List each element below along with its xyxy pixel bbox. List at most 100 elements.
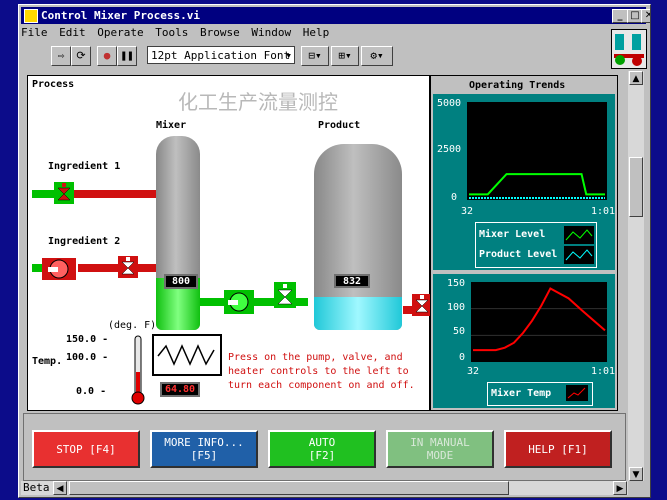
labview-window: Control Mixer Process.vi _ □ ✕ File Edit… xyxy=(18,4,651,498)
ingredient2-label: Ingredient 2 xyxy=(48,236,121,247)
reorder-icon[interactable]: ⚙▾ xyxy=(361,46,393,66)
level-xtick-start: 32 xyxy=(461,206,474,217)
chevron-down-icon: ▾ xyxy=(285,49,292,62)
level-chart-svg xyxy=(469,173,605,199)
pause-icon[interactable]: ❚❚ xyxy=(117,46,137,66)
instructions-line2: heater controls to the left to xyxy=(228,366,409,377)
title-bar[interactable]: Control Mixer Process.vi _ □ xyxy=(21,7,646,24)
auto-button-label: AUTO [F2] xyxy=(308,436,336,462)
ingredient2-pipe xyxy=(78,264,118,272)
mixer-label: Mixer xyxy=(156,120,187,131)
level-chart-plot xyxy=(467,102,607,200)
stop-button[interactable]: STOP [F4] xyxy=(32,430,140,468)
thermometer-icon xyxy=(131,335,145,405)
legend-product-level-swatch xyxy=(564,246,594,264)
legend-mixer-level: Mixer Level xyxy=(479,229,546,240)
more-info-button[interactable]: MORE INFO... [F5] xyxy=(150,430,258,468)
temp-label: Temp. xyxy=(32,356,63,367)
menu-file[interactable]: File xyxy=(21,26,48,39)
scroll-down-icon[interactable]: ▼ xyxy=(629,467,643,481)
level-legend: Mixer Level Product Level xyxy=(475,222,597,268)
help-button[interactable]: HELP [F1] xyxy=(504,430,612,468)
close-button[interactable]: ✕ xyxy=(641,9,650,23)
control-button-row: STOP [F4] MORE INFO... [F5] AUTO [F2] IN… xyxy=(23,413,626,481)
align-icon[interactable]: ⊟▾ xyxy=(301,46,329,66)
temp-ytick-50: 50 xyxy=(453,326,466,337)
legend-mixer-temp: Mixer Temp xyxy=(491,388,552,399)
horizontal-scroll-thumb[interactable] xyxy=(69,481,509,495)
menu-browse[interactable]: Browse xyxy=(200,26,240,39)
ingredient1-inlet-pipe xyxy=(32,190,54,198)
temp-chart-svg xyxy=(471,287,607,352)
temp-ytick-100: 100 xyxy=(447,302,466,313)
vertical-scrollbar[interactable]: ▲ ▼ xyxy=(628,71,644,481)
ingredient1-valve-icon[interactable] xyxy=(54,182,74,204)
level-ytick-5000: 5000 xyxy=(437,98,462,109)
watermark-text: 化工生产流量测控 xyxy=(178,90,338,114)
level-ytick-2500: 2500 xyxy=(437,144,462,155)
temp-xtick-start: 32 xyxy=(467,366,480,377)
trends-title: Operating Trends xyxy=(469,80,566,91)
product-valve-icon[interactable] xyxy=(412,294,432,316)
mixer-level-display: 800 xyxy=(164,274,198,289)
operating-trends-panel: Operating Trends 5000 2500 0 32 1:01 Mix… xyxy=(430,75,618,411)
manual-mode-button[interactable]: IN MANUAL MODE xyxy=(386,430,494,468)
ingredient2-valve-icon[interactable] xyxy=(118,256,138,278)
temp-chart-plot xyxy=(471,282,607,362)
menu-help[interactable]: Help xyxy=(303,26,330,39)
product-label: Product xyxy=(318,120,361,131)
legend-mixer-level-swatch xyxy=(564,226,594,244)
process-panel: Process 化工生产流量测控 Mixer Product Ingredien… xyxy=(27,75,432,411)
menu-operate[interactable]: Operate xyxy=(97,26,143,39)
menu-window[interactable]: Window xyxy=(251,26,291,39)
legend-mixer-temp-swatch xyxy=(566,385,588,401)
auto-button[interactable]: AUTO [F2] xyxy=(268,430,376,468)
menu-tools[interactable]: Tools xyxy=(155,26,188,39)
temp-ytick-0: 0 xyxy=(459,352,466,363)
abort-icon[interactable]: ● xyxy=(97,46,117,66)
transfer-pump-icon[interactable] xyxy=(224,290,254,314)
level-xtick-end: 1:01 xyxy=(591,206,616,217)
legend-product-level: Product Level xyxy=(479,249,558,260)
menu-bar: File Edit Operate Tools Browse Window He… xyxy=(21,26,611,42)
vertical-scroll-thumb[interactable] xyxy=(629,157,643,217)
mixer-tank xyxy=(156,136,200,330)
run-arrow-icon[interactable]: ⇨ xyxy=(51,46,71,66)
run-continuous-icon[interactable]: ⟳ xyxy=(71,46,91,66)
process-title: Process xyxy=(32,79,75,90)
product-level-display: 832 xyxy=(334,274,370,288)
temp-ytick-150: 150 xyxy=(447,278,466,289)
manual-mode-button-label: IN MANUAL MODE xyxy=(410,436,470,462)
more-info-button-label: MORE INFO... [F5] xyxy=(164,436,244,462)
temp-legend: Mixer Temp xyxy=(487,382,593,406)
scroll-right-icon[interactable]: ▶ xyxy=(613,481,627,495)
ingredient2-pipe-end xyxy=(136,264,158,272)
transfer-valve-icon[interactable] xyxy=(274,282,296,308)
temp-tick-100: 100.0 - xyxy=(66,352,109,363)
distribute-icon[interactable]: ⊞▾ xyxy=(331,46,359,66)
temp-display: 64.80 xyxy=(160,382,200,397)
font-select[interactable]: 12pt Application Font ▾ xyxy=(147,46,295,64)
scroll-left-icon[interactable]: ◀ xyxy=(53,481,67,495)
ingredient2-pump-icon[interactable] xyxy=(42,258,76,280)
toolbar: ⇨ ⟳ ● ❚❚ 12pt Application Font ▾ ⊟▾ ⊞▾ ⚙▾ xyxy=(21,43,611,69)
horizontal-scrollbar[interactable]: Beta ◀ ▶ xyxy=(21,481,628,495)
product-tank xyxy=(314,144,402,330)
temp-tick-150: 150.0 - xyxy=(66,334,109,345)
level-ytick-0: 0 xyxy=(451,192,458,203)
instructions-line1: Press on the pump, valve, and xyxy=(228,352,403,363)
instructions-line3: turn each component on and off. xyxy=(228,380,415,391)
vi-connector-icon xyxy=(611,29,647,69)
scroll-up-icon[interactable]: ▲ xyxy=(629,71,643,85)
stop-button-label: STOP [F4] xyxy=(56,442,116,456)
menu-edit[interactable]: Edit xyxy=(59,26,86,39)
minimize-button[interactable]: _ xyxy=(612,9,628,23)
help-button-label: HELP [F1] xyxy=(528,442,588,456)
scroll-label: Beta xyxy=(23,481,50,494)
heater-icon[interactable] xyxy=(152,334,222,376)
temp-xtick-end: 1:01 xyxy=(591,366,616,377)
vi-icon xyxy=(24,9,38,23)
series-line-mixer-temp xyxy=(473,287,606,352)
ingredient1-pipe xyxy=(74,190,158,198)
temp-tick-0: 0.0 - xyxy=(76,386,107,397)
